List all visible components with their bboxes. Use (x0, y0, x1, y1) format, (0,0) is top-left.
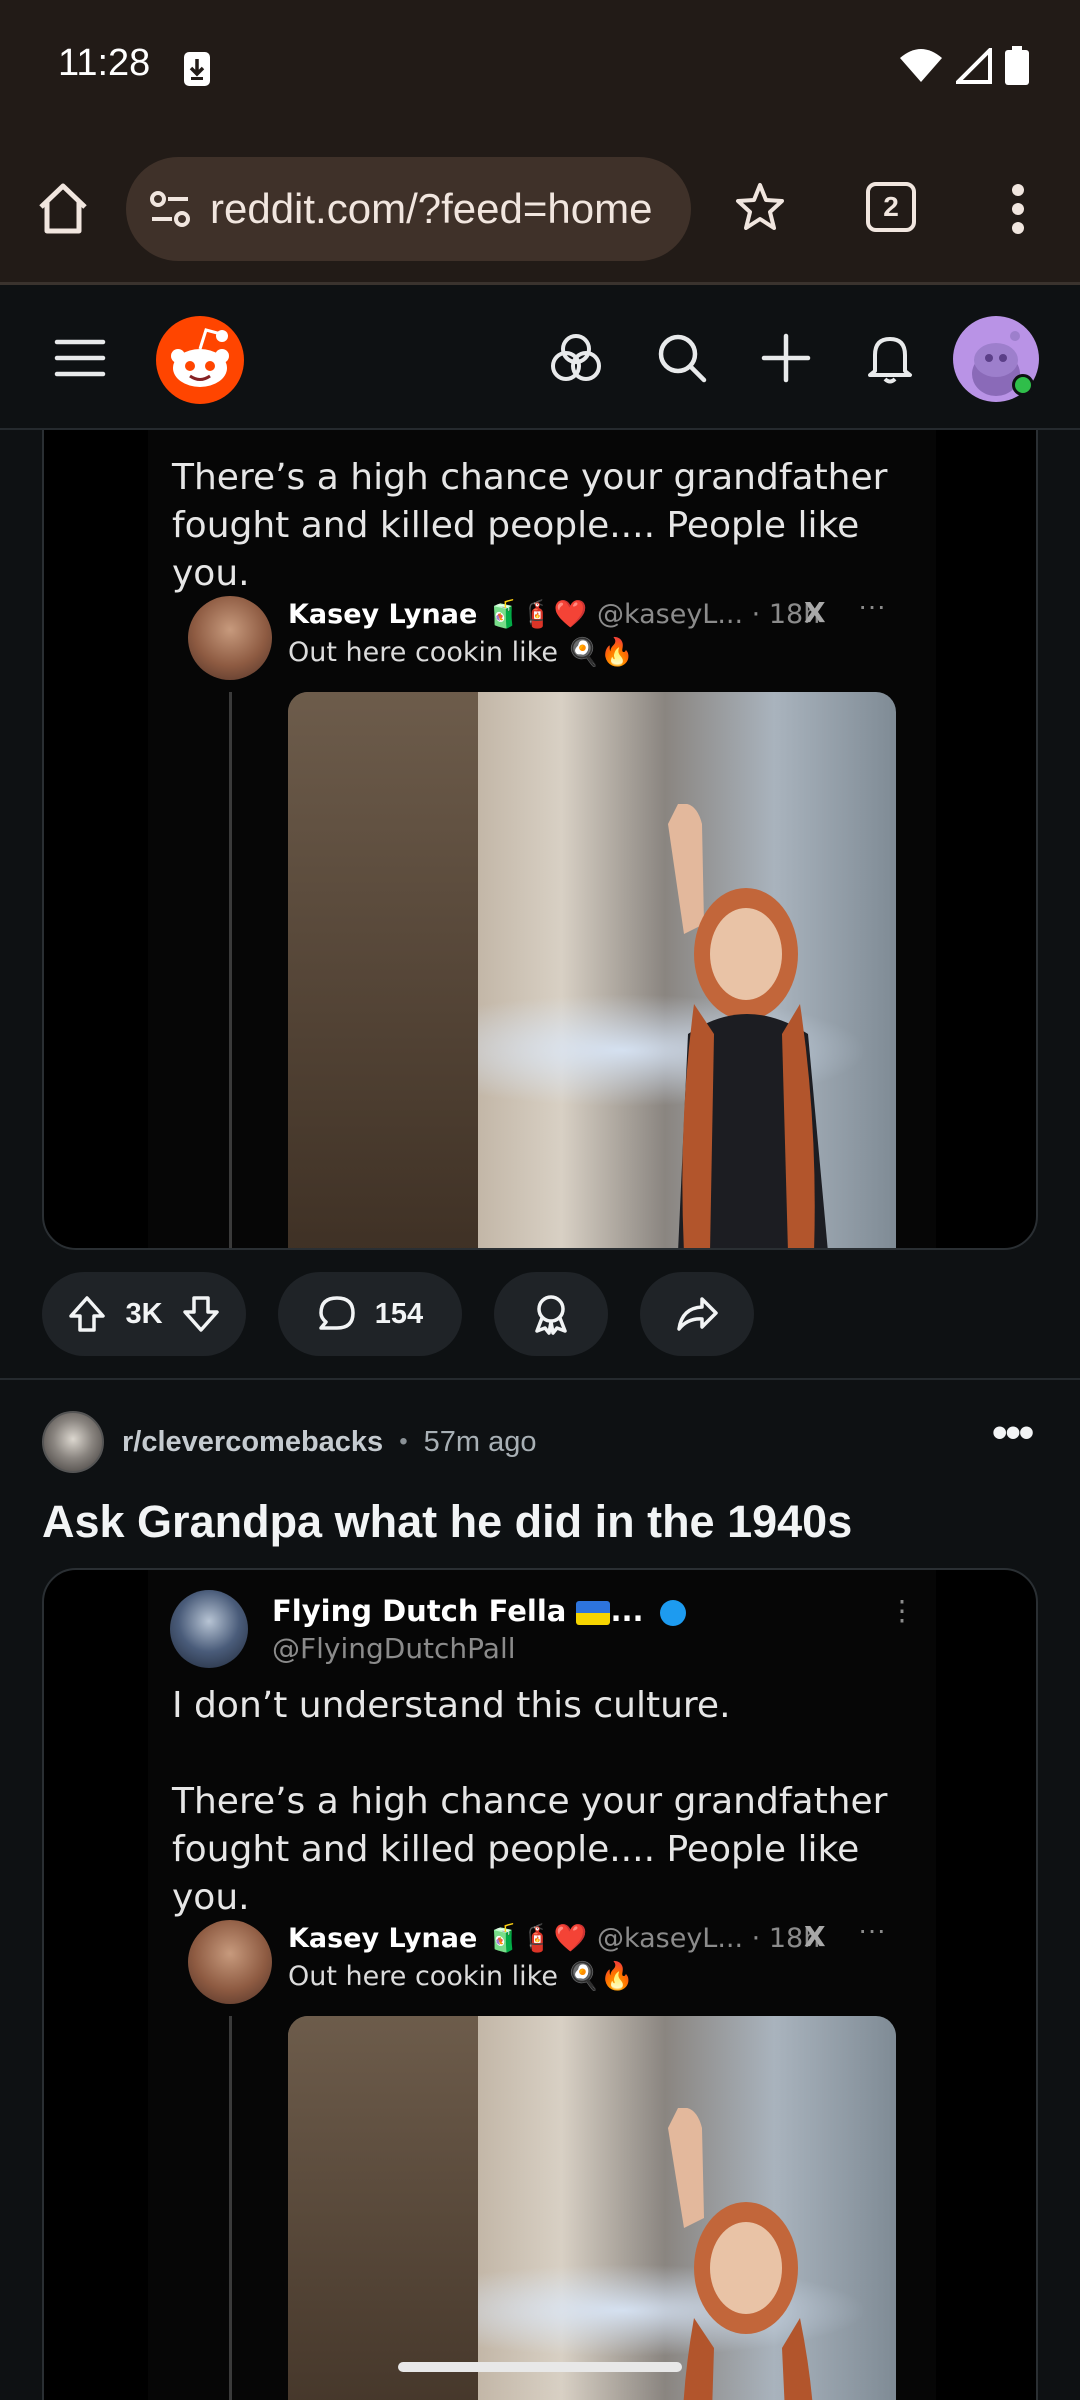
browser-toolbar: reddit.com/?feed=home 2 (0, 135, 1080, 285)
post-divider (0, 1378, 1080, 1380)
grok-icon: X (804, 1920, 826, 1953)
quote-avatar (188, 1920, 272, 2004)
photo-cabinets (288, 2016, 478, 2400)
photo-person (668, 804, 828, 1248)
post2-media[interactable]: Flying Dutch Fella ... @FlyingDutchPall … (42, 1568, 1038, 2400)
tweet-text: There’s a high chance your grandfather f… (172, 457, 888, 594)
more-vert-icon[interactable] (1000, 169, 1036, 249)
comments-button[interactable]: 154 (278, 1272, 462, 1356)
downvote-icon[interactable] (181, 1294, 221, 1334)
ukraine-flag-icon (576, 1601, 611, 1625)
tweet-author-handle: @FlyingDutchPall (272, 1632, 516, 1665)
award-button[interactable] (494, 1272, 608, 1356)
tweet-author-avatar (170, 1590, 248, 1668)
home-button[interactable] (30, 175, 96, 241)
post-title[interactable]: Ask Grandpa what he did in the 1940s (42, 1496, 852, 1548)
search-icon[interactable] (652, 328, 712, 388)
status-icons (898, 46, 1030, 86)
thread-line (229, 692, 232, 1248)
photo-person (668, 2108, 813, 2400)
quote-avatar (188, 596, 272, 680)
comment-icon (319, 1296, 355, 1330)
popular-icon[interactable] (546, 328, 606, 388)
post1-action-bar: 3K 154 (42, 1272, 754, 1358)
feed: There’s a high chance your grandfather f… (0, 430, 1080, 2400)
post2-meta: r/clevercomebacks • 57m ago (42, 1410, 536, 1474)
thread-line (229, 2016, 232, 2400)
battery-icon (1005, 46, 1029, 85)
post-options-icon[interactable]: ••• (992, 1408, 1034, 1458)
comment-count: 154 (374, 1297, 424, 1330)
star-icon (736, 183, 784, 230)
status-bar: 11:28 (0, 0, 1080, 135)
url-text: reddit.com/?feed=home (210, 185, 653, 232)
tweet-screenshot: There’s a high chance your grandfather f… (148, 430, 936, 1248)
online-status-dot (1012, 374, 1034, 396)
quote-author: Kasey Lynae 🧃🧯❤️ @kaseyL... · 18h (288, 1923, 821, 1954)
quote-photo (288, 2016, 896, 2400)
tweet-screenshot: Flying Dutch Fella ... @FlyingDutchPall … (148, 1570, 936, 2400)
tweet-author-name: Flying Dutch Fella ... (272, 1594, 686, 1628)
quote-more-icon: ··· (858, 590, 886, 621)
status-time: 11:28 (58, 42, 151, 84)
hamburger-icon[interactable] (54, 332, 106, 384)
award-icon (535, 1295, 567, 1335)
bookmark-button[interactable] (725, 171, 795, 241)
photo-cabinets (288, 692, 478, 1248)
vote-count: 3K (125, 1297, 163, 1330)
tweet-line1: I don’t understand this culture. (172, 1685, 731, 1726)
wifi-icon (900, 49, 942, 82)
upvote-icon[interactable] (67, 1294, 107, 1334)
subreddit-name[interactable]: r/clevercomebacks (122, 1426, 383, 1459)
post-age: 57m ago (423, 1425, 537, 1458)
grok-icon: X (804, 596, 826, 629)
plus-icon[interactable] (756, 328, 816, 388)
home-icon (39, 183, 87, 234)
verified-badge-icon (659, 1600, 686, 1626)
subreddit-avatar[interactable] (42, 1411, 104, 1473)
address-bar[interactable]: reddit.com/?feed=home (126, 157, 691, 261)
download-icon (184, 52, 210, 86)
quote-photo (288, 692, 896, 1248)
tweet-text: There’s a high chance your grandfather f… (172, 1781, 888, 1918)
site-info-icon[interactable] (148, 187, 192, 231)
quote-body: Out here cookin like 🍳🔥 (288, 637, 634, 668)
reddit-logo[interactable] (156, 316, 244, 404)
cell-signal-icon (956, 48, 992, 84)
reddit-header (0, 288, 1080, 430)
meta-separator: • (399, 1428, 408, 1455)
tabs-icon[interactable]: 2 (866, 182, 916, 232)
post1-media[interactable]: There’s a high chance your grandfather f… (42, 430, 1038, 1250)
vote-pill: 3K (42, 1272, 246, 1356)
tweet-more-icon: ⋮ (888, 1595, 916, 1626)
share-icon (677, 1297, 718, 1331)
quote-body: Out here cookin like 🍳🔥 (288, 1961, 634, 1992)
bell-icon[interactable] (860, 328, 920, 388)
quote-more-icon: ··· (858, 1914, 886, 1945)
share-button[interactable] (640, 1272, 754, 1356)
gesture-home-indicator[interactable] (398, 2362, 682, 2372)
quote-author: Kasey Lynae 🧃🧯❤️ @kaseyL... · 18h (288, 599, 821, 630)
